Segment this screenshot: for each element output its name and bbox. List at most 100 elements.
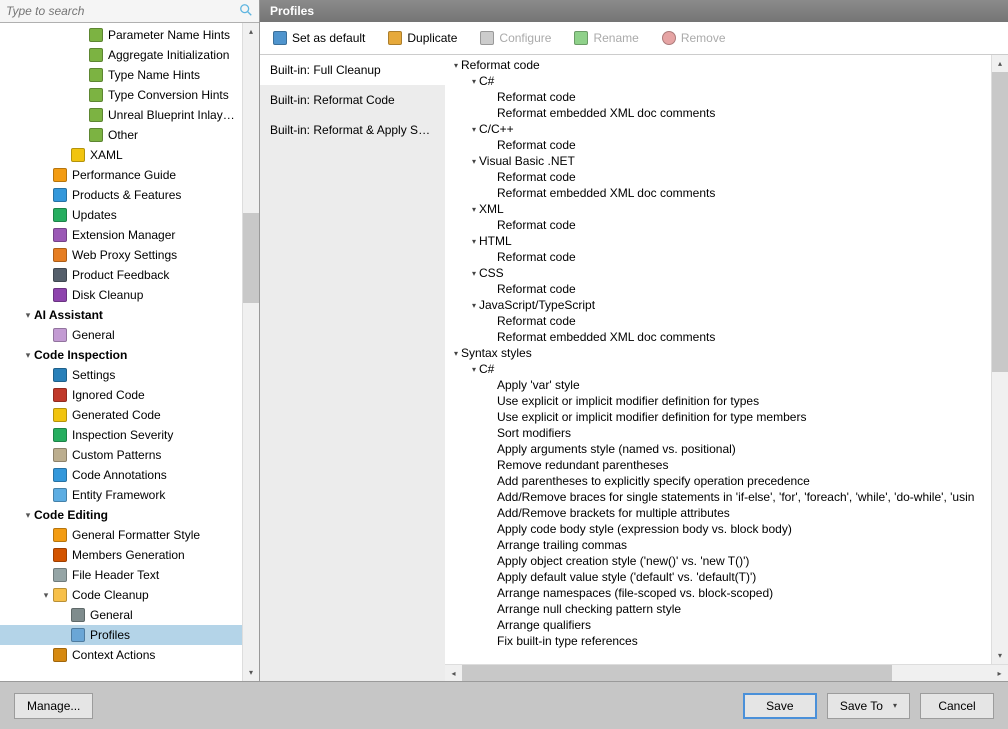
- details-row[interactable]: Use explicit or implicit modifier defini…: [445, 393, 991, 409]
- details-vscrollbar[interactable]: ▴ ▾: [991, 55, 1008, 664]
- sidebar-item[interactable]: Profiles: [0, 625, 242, 645]
- details-row[interactable]: Reformat code: [445, 249, 991, 265]
- details-row[interactable]: Apply object creation style ('new()' vs.…: [445, 553, 991, 569]
- sidebar-item[interactable]: Settings: [0, 365, 242, 385]
- set-default-button[interactable]: Set as default: [268, 28, 369, 48]
- scrollbar-thumb[interactable]: [992, 72, 1008, 372]
- sidebar-item[interactable]: General: [0, 325, 242, 345]
- update-icon: [52, 207, 68, 223]
- details-row[interactable]: Arrange qualifiers: [445, 617, 991, 633]
- details-row[interactable]: Apply 'var' style: [445, 377, 991, 393]
- profile-item[interactable]: Built-in: Reformat & Apply Syn...: [260, 115, 445, 145]
- details-row[interactable]: Arrange null checking pattern style: [445, 601, 991, 617]
- details-row[interactable]: Reformat code: [445, 313, 991, 329]
- sidebar-item[interactable]: Ignored Code: [0, 385, 242, 405]
- sidebar-item[interactable]: ▾AI Assistant: [0, 305, 242, 325]
- sidebar-scrollbar[interactable]: ▴ ▾: [242, 23, 259, 681]
- sidebar-item[interactable]: Inspection Severity: [0, 425, 242, 445]
- scroll-up-arrow[interactable]: ▴: [992, 55, 1008, 72]
- scroll-right-arrow[interactable]: ▸: [991, 665, 1008, 681]
- details-row[interactable]: ▾CSS: [445, 265, 991, 281]
- panel-header: Profiles: [260, 0, 1008, 22]
- sidebar-item[interactable]: Extension Manager: [0, 225, 242, 245]
- sidebar-item[interactable]: Disk Cleanup: [0, 285, 242, 305]
- sidebar-item[interactable]: Product Feedback: [0, 265, 242, 285]
- sidebar-item[interactable]: File Header Text: [0, 565, 242, 585]
- details-row[interactable]: Reformat embedded XML doc comments: [445, 329, 991, 345]
- feedback-icon: [52, 267, 68, 283]
- search-input[interactable]: [0, 0, 259, 22]
- scrollbar-thumb[interactable]: [243, 213, 259, 303]
- details-row[interactable]: Arrange namespaces (file-scoped vs. bloc…: [445, 585, 991, 601]
- details-row[interactable]: Arrange trailing commas: [445, 537, 991, 553]
- sidebar-item-label: Ignored Code: [72, 388, 238, 402]
- sidebar-item[interactable]: Updates: [0, 205, 242, 225]
- sidebar-item[interactable]: ▾Code Cleanup: [0, 585, 242, 605]
- details-row[interactable]: Sort modifiers: [445, 425, 991, 441]
- manage-button[interactable]: Manage...: [14, 693, 93, 719]
- sidebar-item[interactable]: XAML: [0, 145, 242, 165]
- sidebar-item[interactable]: Performance Guide: [0, 165, 242, 185]
- details-row[interactable]: Reformat code: [445, 137, 991, 153]
- scroll-left-arrow[interactable]: ◂: [445, 665, 462, 681]
- sidebar-item[interactable]: Custom Patterns: [0, 445, 242, 465]
- details-row[interactable]: ▾C#: [445, 361, 991, 377]
- sidebar-item[interactable]: General Formatter Style: [0, 525, 242, 545]
- details-row[interactable]: Reformat code: [445, 281, 991, 297]
- details-row[interactable]: Reformat code: [445, 169, 991, 185]
- sidebar-item[interactable]: Entity Framework: [0, 485, 242, 505]
- sidebar-item[interactable]: Products & Features: [0, 185, 242, 205]
- sidebar-item[interactable]: Code Annotations: [0, 465, 242, 485]
- scroll-up-arrow[interactable]: ▴: [243, 23, 259, 40]
- sidebar-item[interactable]: Members Generation: [0, 545, 242, 565]
- details-row[interactable]: Apply default value style ('default' vs.…: [445, 569, 991, 585]
- details-row[interactable]: ▾Syntax styles: [445, 345, 991, 361]
- details-row[interactable]: ▾Visual Basic .NET: [445, 153, 991, 169]
- details-row[interactable]: Add/Remove brackets for multiple attribu…: [445, 505, 991, 521]
- sidebar-item[interactable]: Parameter Name Hints: [0, 25, 242, 45]
- configure-button: Configure: [475, 28, 555, 48]
- sidebar-item[interactable]: Type Conversion Hints: [0, 85, 242, 105]
- sidebar-item[interactable]: Web Proxy Settings: [0, 245, 242, 265]
- details-row[interactable]: ▾Reformat code: [445, 57, 991, 73]
- save-to-button[interactable]: Save To ▾: [827, 693, 910, 719]
- details-row[interactable]: Add parentheses to explicitly specify op…: [445, 473, 991, 489]
- details-row[interactable]: Fix built-in type references: [445, 633, 991, 649]
- scroll-down-arrow[interactable]: ▾: [992, 647, 1008, 664]
- scrollbar-thumb[interactable]: [462, 665, 892, 681]
- sidebar-item[interactable]: Aggregate Initialization: [0, 45, 242, 65]
- details-row[interactable]: ▾XML: [445, 201, 991, 217]
- details-row[interactable]: ▾JavaScript/TypeScript: [445, 297, 991, 313]
- details-row[interactable]: ▾C/C++: [445, 121, 991, 137]
- details-row[interactable]: Use explicit or implicit modifier defini…: [445, 409, 991, 425]
- details-row[interactable]: Add/Remove braces for single statements …: [445, 489, 991, 505]
- details-row[interactable]: Reformat embedded XML doc comments: [445, 185, 991, 201]
- sidebar-item[interactable]: Unreal Blueprint Inlay Hints: [0, 105, 242, 125]
- sidebar-item[interactable]: ▾Code Inspection: [0, 345, 242, 365]
- sidebar-item[interactable]: ▾Code Editing: [0, 505, 242, 525]
- details-row[interactable]: Remove redundant parentheses: [445, 457, 991, 473]
- sidebar-item[interactable]: General: [0, 605, 242, 625]
- sidebar-item[interactable]: Context Actions: [0, 645, 242, 665]
- details-row[interactable]: Apply code body style (expression body v…: [445, 521, 991, 537]
- profile-item[interactable]: Built-in: Reformat Code: [260, 85, 445, 115]
- cleanup-icon: [52, 587, 68, 603]
- sidebar-item[interactable]: Generated Code: [0, 405, 242, 425]
- details-row[interactable]: Reformat embedded XML doc comments: [445, 105, 991, 121]
- details-hscrollbar[interactable]: ◂ ▸: [445, 664, 1008, 681]
- details-row[interactable]: Reformat code: [445, 217, 991, 233]
- sidebar-item[interactable]: Type Name Hints: [0, 65, 242, 85]
- save-button[interactable]: Save: [743, 693, 817, 719]
- caret-icon: ▾: [469, 301, 479, 310]
- details-row-label: CSS: [479, 266, 504, 280]
- general-icon: [52, 327, 68, 343]
- cancel-button[interactable]: Cancel: [920, 693, 994, 719]
- details-row[interactable]: Apply arguments style (named vs. positio…: [445, 441, 991, 457]
- profile-item[interactable]: Built-in: Full Cleanup: [260, 55, 445, 85]
- duplicate-button[interactable]: Duplicate: [383, 28, 461, 48]
- details-row[interactable]: ▾C#: [445, 73, 991, 89]
- details-row[interactable]: ▾HTML: [445, 233, 991, 249]
- scroll-down-arrow[interactable]: ▾: [243, 664, 259, 681]
- details-row[interactable]: Reformat code: [445, 89, 991, 105]
- sidebar-item[interactable]: Other: [0, 125, 242, 145]
